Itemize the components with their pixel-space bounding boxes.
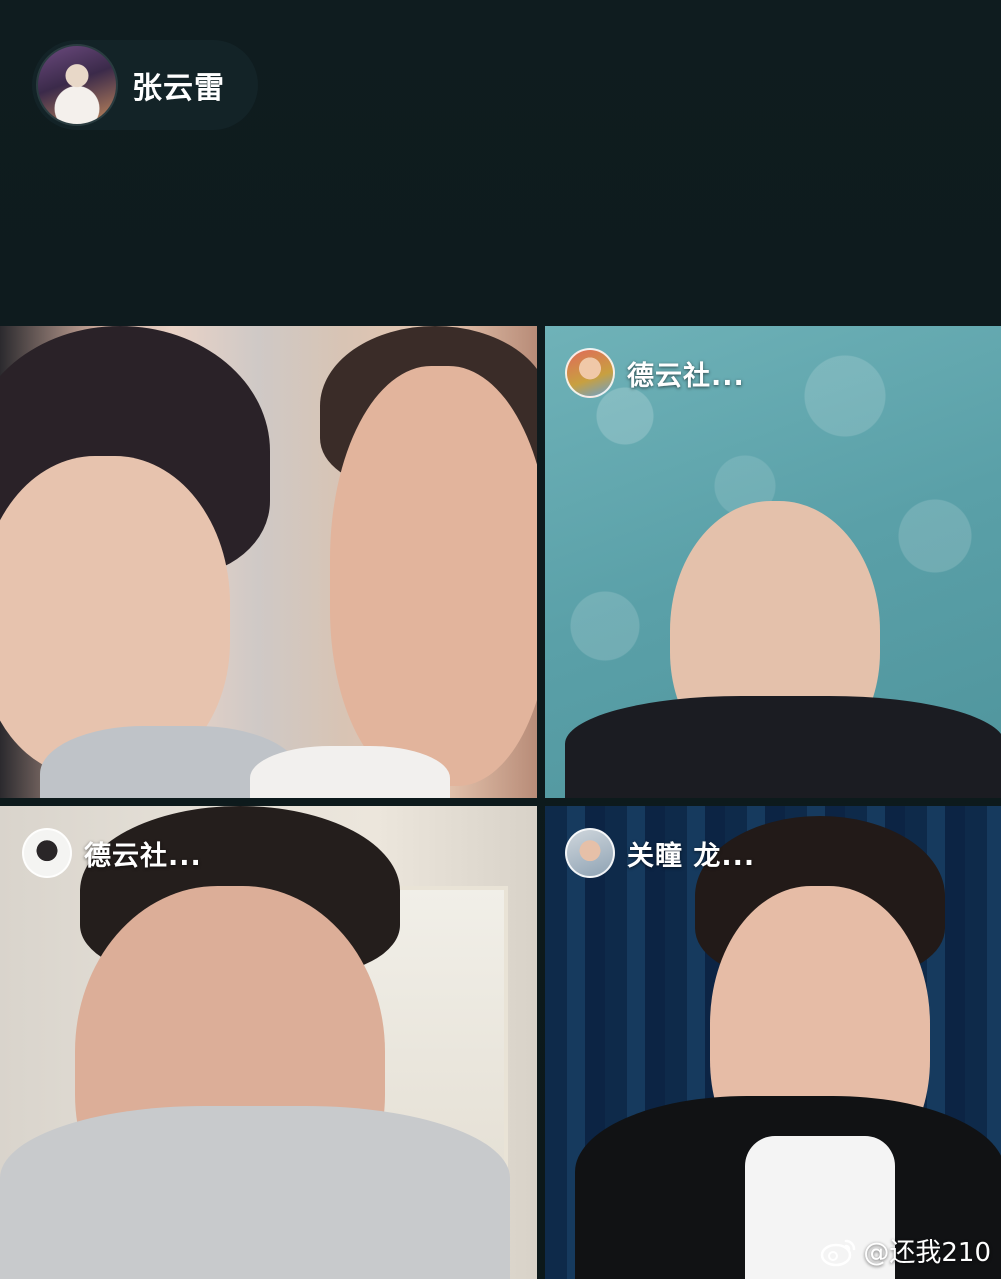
live-stream-screen: 张云雷 德云社... 德云社... 关瞳 龙... @还我210 [0,0,1001,1279]
host-avatar[interactable] [36,44,118,126]
participant-1-label[interactable]: 德云社... [565,348,745,398]
participant-1-shirt [565,696,1001,798]
person-right-face [330,366,537,786]
weibo-watermark: @还我210 [819,1232,991,1269]
participant-3-name: 关瞳 龙... [627,840,756,872]
video-tile-main[interactable] [0,326,537,798]
host-name: 张云雷 [132,71,225,106]
participant-2-name: 德云社... [84,840,202,872]
person-right-shirt [250,746,450,798]
participant-3-label[interactable]: 关瞳 龙... [565,828,755,878]
participant-1-name: 德云社... [627,360,745,392]
participant-2-shirt [0,1106,510,1279]
participant-2-avatar[interactable] [22,828,72,878]
video-tile-participant-2[interactable]: 德云社... [0,806,537,1279]
participant-2-label[interactable]: 德云社... [22,828,202,878]
weibo-icon [821,1239,856,1266]
video-tile-participant-3[interactable]: 关瞳 龙... [545,806,1001,1279]
watermark-text: @还我210 [863,1238,991,1268]
participant-3-avatar[interactable] [565,828,615,878]
video-tile-participant-1[interactable]: 德云社... [545,326,1001,798]
host-info-pill[interactable]: 张云雷 [32,40,258,130]
participant-1-avatar[interactable] [565,348,615,398]
